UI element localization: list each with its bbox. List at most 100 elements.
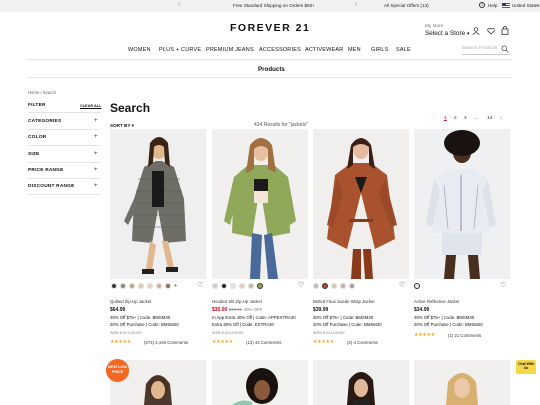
nav-plus-curve[interactable]: PLUS + CURVE: [159, 47, 201, 53]
prev-page-icon[interactable]: ‹: [434, 116, 436, 121]
product-name[interactable]: Quilted Zip-Up Jacket: [110, 299, 151, 304]
color-swatch[interactable]: [331, 283, 337, 289]
color-swatch[interactable]: [349, 283, 355, 289]
help-link[interactable]: Help: [488, 3, 497, 8]
filter-title: FILTER: [28, 103, 46, 108]
product-image-reflective-jacket[interactable]: [414, 129, 510, 279]
product-name[interactable]: Active Reflective Jacket: [414, 299, 459, 304]
store-selector[interactable]: Select a Store ▾: [425, 30, 469, 37]
promo-offers[interactable]: All Special Offers (13): [384, 3, 429, 8]
product-promo: 30% Off $75+ | Code: BMSM30: [313, 315, 374, 320]
help-icon[interactable]: ?: [479, 2, 485, 8]
star-rating: ★★★★★: [414, 332, 435, 338]
color-swatch[interactable]: [212, 283, 218, 289]
account-icon[interactable]: [472, 27, 480, 35]
search-icon[interactable]: [501, 45, 509, 53]
shopping-bag-icon[interactable]: [501, 26, 509, 35]
filter-divider: [28, 178, 100, 179]
chat-with-us-button[interactable]: Chat With Us: [516, 360, 536, 374]
filter-color[interactable]: COLOR: [28, 135, 46, 140]
search-placeholder: Search Products: [462, 46, 498, 51]
filter-price-range[interactable]: PRICE RANGE: [28, 168, 64, 173]
promo-shipping[interactable]: Free Standard Shipping on Orders $50+: [233, 3, 315, 8]
search-heading: Search: [110, 101, 151, 115]
product-promo: 20% Off Purchase | Code: BMSM20: [313, 322, 382, 327]
filter-size[interactable]: SIZE: [28, 152, 39, 157]
breadcrumb[interactable]: Home / Search: [28, 90, 56, 95]
heart-icon[interactable]: ♡: [399, 281, 405, 289]
heart-icon[interactable]: ♡: [197, 281, 203, 289]
color-swatch[interactable]: [111, 283, 117, 289]
filter-categories[interactable]: CATEGORIES: [28, 119, 61, 124]
color-swatch[interactable]: [156, 283, 162, 289]
nav-girls[interactable]: GIRLS: [371, 47, 389, 53]
product-image-wrap-jacket[interactable]: [313, 129, 409, 279]
filter-discount-range[interactable]: DISCOUNT RANGE: [28, 184, 75, 189]
page-3[interactable]: 3: [464, 116, 467, 121]
color-swatch-selected[interactable]: [322, 283, 328, 289]
brand-logo[interactable]: FOREVER 21: [230, 22, 310, 34]
nav-women[interactable]: WOMEN: [128, 47, 151, 53]
color-swatch[interactable]: [165, 283, 171, 289]
product-image-hooded-jacket[interactable]: [212, 129, 308, 279]
chevron-left-icon[interactable]: ‹: [178, 1, 180, 8]
color-swatch[interactable]: [138, 283, 144, 289]
product-price: $64.99: [110, 307, 126, 313]
expand-plus-icon[interactable]: +: [94, 183, 98, 189]
nav-sale[interactable]: SALE: [396, 47, 411, 53]
expand-plus-icon[interactable]: +: [94, 118, 98, 124]
product-image-quilted-jacket[interactable]: [110, 129, 206, 279]
review-count[interactable]: (674) 2,449 Comments: [144, 340, 188, 345]
color-swatch[interactable]: [221, 283, 227, 289]
promo-bar: ‹ Free Standard Shipping on Orders $50+ …: [0, 0, 540, 12]
color-swatch-selected[interactable]: [257, 283, 263, 289]
page-1[interactable]: 1: [444, 116, 447, 121]
page-2[interactable]: 2: [454, 116, 457, 121]
filter-divider: [28, 129, 100, 130]
product-promo: In App Extra 40% Off | Code: APPEXTRA40: [212, 315, 296, 320]
expand-plus-icon[interactable]: +: [94, 167, 98, 173]
review-count[interactable]: (1) 21 Comments: [448, 333, 481, 338]
review-count[interactable]: (2) 4 Comments: [347, 340, 378, 345]
country-label[interactable]: United States: [512, 3, 540, 8]
filter-divider: [28, 145, 100, 146]
product-name[interactable]: Hooded Slit Zip-Up Jacket: [212, 299, 262, 304]
us-flag-icon: [502, 3, 510, 8]
product-image[interactable]: [414, 360, 510, 405]
nav-activewear[interactable]: ACTIVEWEAR: [305, 47, 343, 53]
web-exclusive-tag: WEB EXCLUSIVE: [313, 331, 345, 335]
sort-label: SORT BY: [110, 123, 131, 128]
nav-premium-jeans[interactable]: PREMIUM JEANS: [206, 47, 254, 53]
heart-icon[interactable]: ♡: [298, 281, 304, 289]
product-price: $39.99: [313, 307, 329, 313]
color-swatch[interactable]: [340, 283, 346, 289]
product-price: $30.00 $49.99 40% OFF: [212, 307, 262, 313]
page-14[interactable]: 14: [487, 116, 492, 121]
review-count[interactable]: (13) 44 Comments: [246, 340, 282, 345]
expand-plus-icon[interactable]: +: [94, 134, 98, 140]
clear-all-link[interactable]: CLEAR ALL: [80, 104, 101, 108]
wishlist-heart-icon[interactable]: [487, 27, 495, 35]
page-ellipsis: ...: [474, 116, 478, 121]
nav-men[interactable]: MEN: [348, 47, 361, 53]
product-image[interactable]: [212, 360, 308, 405]
color-swatch[interactable]: [147, 283, 153, 289]
results-count: 424 Results for "jackets": [254, 122, 309, 128]
chevron-down-icon: ▾: [466, 31, 470, 37]
chevron-right-icon[interactable]: ›: [355, 1, 357, 8]
color-swatch[interactable]: [248, 283, 254, 289]
product-image[interactable]: [313, 360, 409, 405]
color-swatch[interactable]: [239, 283, 245, 289]
nav-accessories[interactable]: ACCESSORIES: [259, 47, 301, 53]
product-name[interactable]: Belted Faux Suede Wrap Jacket: [313, 299, 375, 304]
heart-icon[interactable]: ♡: [500, 281, 506, 289]
more-colors-plus-icon[interactable]: +: [174, 283, 177, 289]
color-swatch[interactable]: [129, 283, 135, 289]
color-swatch[interactable]: [313, 283, 319, 289]
color-swatch-selected[interactable]: [414, 283, 420, 289]
product-promo: Extra 30% Off | Code: EXTRA30: [212, 322, 274, 327]
next-page-icon[interactable]: ›: [500, 116, 502, 121]
color-swatch[interactable]: [120, 283, 126, 289]
expand-plus-icon[interactable]: +: [94, 151, 98, 157]
color-swatch[interactable]: [230, 283, 236, 289]
